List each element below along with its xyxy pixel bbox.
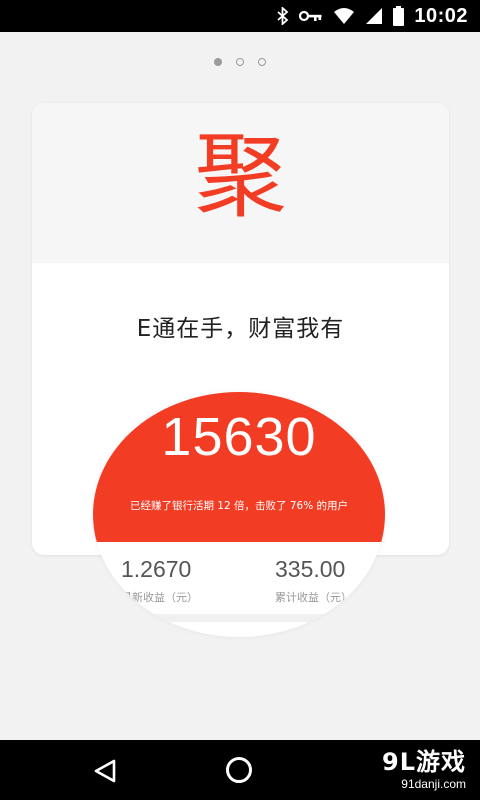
brand-glyph: 聚 — [194, 123, 287, 230]
page-indicator — [0, 58, 480, 66]
latest-earnings-stat: 1.2670 最新收益（元） — [121, 556, 261, 605]
card-slogan: E通在手，财富我有 — [136, 316, 345, 342]
earnings-number: 15630 — [161, 407, 317, 467]
earnings-banner: 15630 已经赚了银行活期 12 倍，击败了 76% 的用户 — [93, 392, 385, 542]
status-time: 10:02 — [414, 4, 468, 27]
home-icon[interactable] — [226, 757, 252, 783]
watermark-url: 91danji.com — [401, 777, 466, 791]
wifi-icon — [333, 7, 355, 25]
card-header: 聚 — [32, 103, 449, 263]
total-earnings-stat: 335.00 累计收益（元） — [275, 556, 385, 605]
latest-earnings-label: 最新收益（元） — [121, 591, 198, 604]
status-icons: 10:02 — [277, 0, 468, 32]
latest-earnings-value: 1.2670 — [121, 556, 192, 582]
status-bar: 10:02 — [0, 0, 480, 32]
watermark-logo: 9L游戏 — [382, 748, 466, 776]
navigation-bar: 9L游戏 91danji.com — [0, 740, 480, 800]
page-dot-2[interactable] — [236, 58, 244, 66]
battery-icon — [393, 6, 405, 26]
page-dot-3[interactable] — [258, 58, 266, 66]
page-dot-1[interactable] — [214, 58, 222, 66]
total-earnings-value: 335.00 — [275, 556, 346, 582]
vpn-key-icon — [299, 9, 323, 23]
earnings-description: 已经赚了银行活期 12 倍，击败了 76% 的用户 — [129, 500, 349, 512]
magnifier-divider-bar — [133, 614, 345, 622]
total-earnings-label: 累计收益（元） — [275, 591, 352, 604]
cell-signal-icon — [365, 7, 383, 25]
bluetooth-icon — [277, 7, 289, 25]
watermark: 9L游戏 91danji.com — [382, 747, 466, 791]
magnifier-circle: 15630 已经赚了银行活期 12 倍，击败了 76% 的用户 1.2670 最… — [93, 392, 385, 637]
back-icon[interactable] — [92, 758, 118, 788]
